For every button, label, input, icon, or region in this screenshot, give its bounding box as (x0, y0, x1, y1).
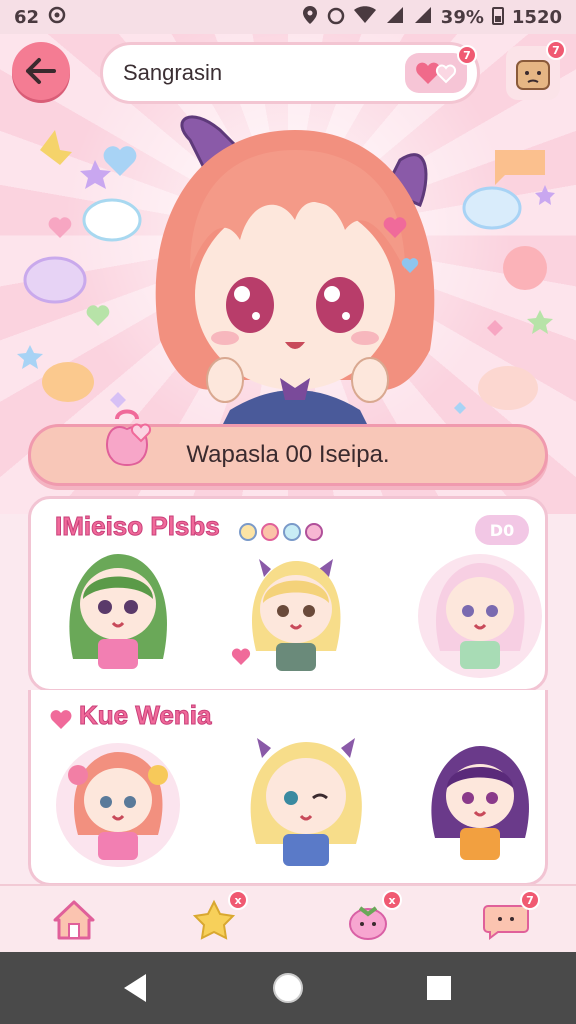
status-clock: 1520 (511, 6, 562, 28)
system-recents-icon[interactable] (424, 970, 454, 1006)
bear-face-icon (516, 60, 550, 90)
nav-shop-badge: x (382, 890, 402, 910)
character-card-pink-hair-girl[interactable] (415, 551, 545, 681)
battery-icon (491, 5, 504, 30)
battery-percent: 39% (440, 6, 484, 28)
search-bar[interactable]: Sangrasin 7 (100, 42, 480, 104)
section-1-title: IMieiso Plsbs (55, 511, 221, 542)
strawberry-charm-icon (106, 409, 151, 466)
section-panel-2: Kue Wenia (28, 690, 548, 886)
wifi-icon (353, 5, 377, 30)
back-button[interactable] (12, 42, 70, 100)
nav-favorites[interactable]: x (186, 890, 248, 946)
section-panel-1: IMieiso Plsbs D0 (28, 496, 548, 692)
character-card-blonde-wink-girl[interactable] (231, 734, 381, 874)
announcement-banner[interactable]: Wapasla 00 Iseipa. (28, 409, 548, 486)
dot-icon (261, 523, 279, 541)
bottom-nav: x x 7 (0, 884, 576, 952)
status-bar: 62 39% 1520 (0, 0, 576, 34)
system-home-icon[interactable] (270, 970, 306, 1006)
profile-button[interactable]: 7 (506, 40, 566, 100)
nav-home[interactable] (46, 894, 102, 946)
character-card-green-hair-girl[interactable] (53, 549, 183, 679)
nav-chat[interactable]: 7 (478, 890, 540, 946)
favorites-button[interactable]: 7 (405, 45, 477, 93)
section-2-title: Kue Wenia (78, 700, 212, 731)
dot-icon (283, 523, 301, 541)
signal-icon-2 (413, 5, 433, 30)
profile-badge: 7 (546, 40, 566, 60)
character-card-blonde-bow-girl[interactable] (231, 551, 361, 681)
nav-chat-badge: 7 (520, 890, 540, 910)
banner-text: Wapasla 00 Iseipa. (186, 441, 390, 468)
signal-icon (385, 5, 405, 30)
dot-icon (305, 523, 323, 541)
heart-icon (50, 710, 72, 729)
character-card-red-flower-girl[interactable] (53, 740, 183, 870)
system-navigation-bar (0, 952, 576, 1024)
notification-icon (47, 5, 67, 30)
nav-favorites-badge: x (228, 890, 248, 910)
heart-icon (416, 62, 456, 84)
search-input[interactable]: Sangrasin (123, 60, 405, 86)
dot-icon (239, 523, 257, 541)
character-card-purple-hair-girl[interactable] (415, 738, 545, 868)
favorites-badge: 7 (457, 45, 477, 65)
section-1-dots (239, 523, 323, 541)
back-arrow-icon (26, 58, 56, 84)
status-time-left: 62 (14, 6, 40, 28)
location-icon (301, 5, 319, 30)
system-back-icon[interactable] (120, 970, 150, 1006)
hero-character (155, 115, 435, 430)
alarm-icon (327, 5, 345, 30)
section-1-count[interactable]: D0 (475, 515, 529, 545)
nav-shop[interactable]: x (340, 890, 402, 946)
home-icon (53, 900, 95, 940)
